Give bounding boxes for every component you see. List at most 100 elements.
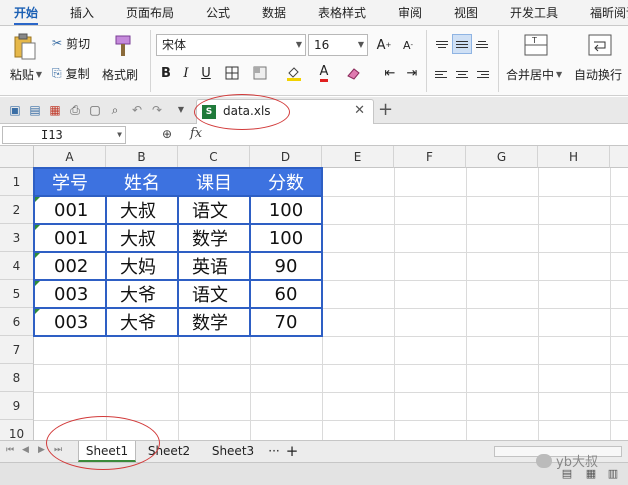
export-pdf-icon[interactable]: ▦	[48, 103, 62, 117]
table-header-cell[interactable]: 课目	[178, 168, 250, 196]
redo-icon[interactable]: ↷	[150, 103, 164, 117]
tab-foxit[interactable]: 福昕阅读	[590, 0, 628, 26]
column-header-b[interactable]: B	[106, 146, 178, 168]
row-header-1[interactable]: 1	[0, 168, 34, 196]
borders-icon[interactable]	[222, 63, 242, 83]
auto-wrap-icon[interactable]	[586, 32, 614, 58]
table-cell[interactable]: 英语	[178, 252, 250, 280]
search-doc-icon[interactable]: ⌕	[108, 103, 122, 117]
print-preview-icon[interactable]: ▢	[88, 103, 102, 117]
row-header-5[interactable]: 5	[0, 280, 34, 308]
new-tab-icon[interactable]: +	[378, 99, 393, 120]
next-sheet-icon[interactable]: ▶	[38, 445, 45, 455]
table-header-cell[interactable]: 分数	[250, 168, 322, 196]
chevron-down-icon[interactable]: ▼	[174, 103, 188, 117]
align-center-icon[interactable]	[452, 64, 472, 84]
tab-page-layout[interactable]: 页面布局	[126, 0, 174, 26]
column-header-d[interactable]: D	[250, 146, 322, 168]
tab-insert[interactable]: 插入	[70, 0, 94, 26]
table-cell[interactable]: 语文	[178, 280, 250, 308]
save-icon[interactable]: ▤	[28, 103, 42, 117]
table-header-cell[interactable]: 学号	[34, 168, 106, 196]
column-header-f[interactable]: F	[394, 146, 466, 168]
column-header-a[interactable]: A	[34, 146, 106, 168]
tab-data[interactable]: 数据	[262, 0, 286, 26]
indent-increase-icon[interactable]: ⇥	[402, 63, 422, 83]
underline-button[interactable]: U	[196, 63, 216, 83]
column-header-partial[interactable]	[610, 146, 628, 168]
format-painter-button[interactable]: 格式刷	[102, 66, 138, 82]
auto-wrap-button[interactable]: 自动换行	[574, 66, 622, 82]
table-cell[interactable]: 数学	[178, 224, 250, 252]
shrink-font-icon[interactable]: A-	[398, 35, 418, 55]
table-cell[interactable]: 大叔	[106, 196, 178, 224]
align-middle-icon[interactable]	[452, 34, 472, 54]
zoom-icon[interactable]: ⊕	[162, 127, 172, 141]
row-header-2[interactable]: 2	[0, 196, 34, 224]
row-header-10[interactable]: 10	[0, 420, 34, 440]
select-all-corner[interactable]	[0, 146, 34, 168]
close-icon[interactable]: ✕	[354, 103, 365, 118]
tab-table-style[interactable]: 表格样式	[318, 0, 366, 26]
table-cell[interactable]: 001	[34, 196, 106, 224]
document-tab[interactable]: S data.xls ✕	[196, 99, 374, 124]
table-cell[interactable]: 语文	[178, 196, 250, 224]
table-cell[interactable]: 002	[34, 252, 106, 280]
spreadsheet-grid[interactable]: A B C D E F G H 1 2 3 4 5 6 7 8 9 10 学号 …	[0, 146, 628, 440]
align-bottom-icon[interactable]	[472, 34, 492, 54]
sheet-tab-2[interactable]: Sheet2	[140, 441, 198, 462]
table-cell[interactable]: 大爷	[106, 280, 178, 308]
row-header-7[interactable]: 7	[0, 336, 34, 364]
table-cell[interactable]: 003	[34, 280, 106, 308]
tab-review[interactable]: 审阅	[398, 0, 422, 26]
function-icon[interactable]: fx	[190, 126, 202, 141]
page-view-icon[interactable]: ▥	[606, 467, 620, 481]
merge-center-icon[interactable]: T	[522, 32, 550, 58]
align-left-icon[interactable]	[432, 64, 452, 84]
name-box[interactable]: I13 ▼	[2, 126, 126, 144]
format-painter-icon[interactable]	[108, 32, 138, 60]
font-color-icon[interactable]: A	[314, 63, 334, 83]
sheet-tab-3[interactable]: Sheet3	[204, 441, 262, 462]
table-cell[interactable]: 100	[250, 224, 322, 252]
font-name-select[interactable]: 宋体 ▼	[156, 34, 306, 56]
add-sheet-button[interactable]: +	[284, 441, 300, 462]
align-right-icon[interactable]	[472, 64, 492, 84]
column-header-h[interactable]: H	[538, 146, 610, 168]
column-header-c[interactable]: C	[178, 146, 250, 168]
row-header-4[interactable]: 4	[0, 252, 34, 280]
table-cell[interactable]: 100	[250, 196, 322, 224]
fill-pattern-icon[interactable]	[250, 63, 270, 83]
tab-formulas[interactable]: 公式	[206, 0, 230, 26]
row-header-3[interactable]: 3	[0, 224, 34, 252]
align-top-icon[interactable]	[432, 34, 452, 54]
merge-center-button[interactable]: 合并居中 ▼	[506, 66, 562, 82]
tab-home[interactable]: 开始	[14, 0, 39, 26]
row-header-8[interactable]: 8	[0, 364, 34, 392]
row-header-9[interactable]: 9	[0, 392, 34, 420]
tab-view[interactable]: 视图	[454, 0, 478, 26]
table-cell[interactable]: 数学	[178, 308, 250, 336]
clear-format-icon[interactable]	[344, 63, 364, 83]
row-header-6[interactable]: 6	[0, 308, 34, 336]
sheet-tab-1[interactable]: Sheet1	[78, 441, 136, 462]
table-cell[interactable]: 90	[250, 252, 322, 280]
prev-sheet-icon[interactable]: ◀	[22, 445, 29, 455]
indent-decrease-icon[interactable]: ⇤	[380, 63, 400, 83]
tab-developer[interactable]: 开发工具	[510, 0, 558, 26]
fill-color-icon[interactable]	[284, 63, 304, 83]
column-header-g[interactable]: G	[466, 146, 538, 168]
folder-icon[interactable]: ▣	[8, 103, 22, 117]
table-cell[interactable]: 大爷	[106, 308, 178, 336]
column-header-e[interactable]: E	[322, 146, 394, 168]
table-header-cell[interactable]: 姓名	[106, 168, 178, 196]
table-cell[interactable]: 大妈	[106, 252, 178, 280]
more-sheets-button[interactable]: ···	[264, 441, 284, 462]
bold-button[interactable]: B	[156, 63, 176, 83]
print-icon[interactable]: ⎙	[68, 103, 82, 117]
table-cell[interactable]: 大叔	[106, 224, 178, 252]
paste-button[interactable]: 粘贴 ▼	[6, 66, 46, 82]
table-cell[interactable]: 001	[34, 224, 106, 252]
last-sheet-icon[interactable]: ⏭	[54, 445, 62, 455]
italic-button[interactable]: I	[176, 63, 196, 83]
